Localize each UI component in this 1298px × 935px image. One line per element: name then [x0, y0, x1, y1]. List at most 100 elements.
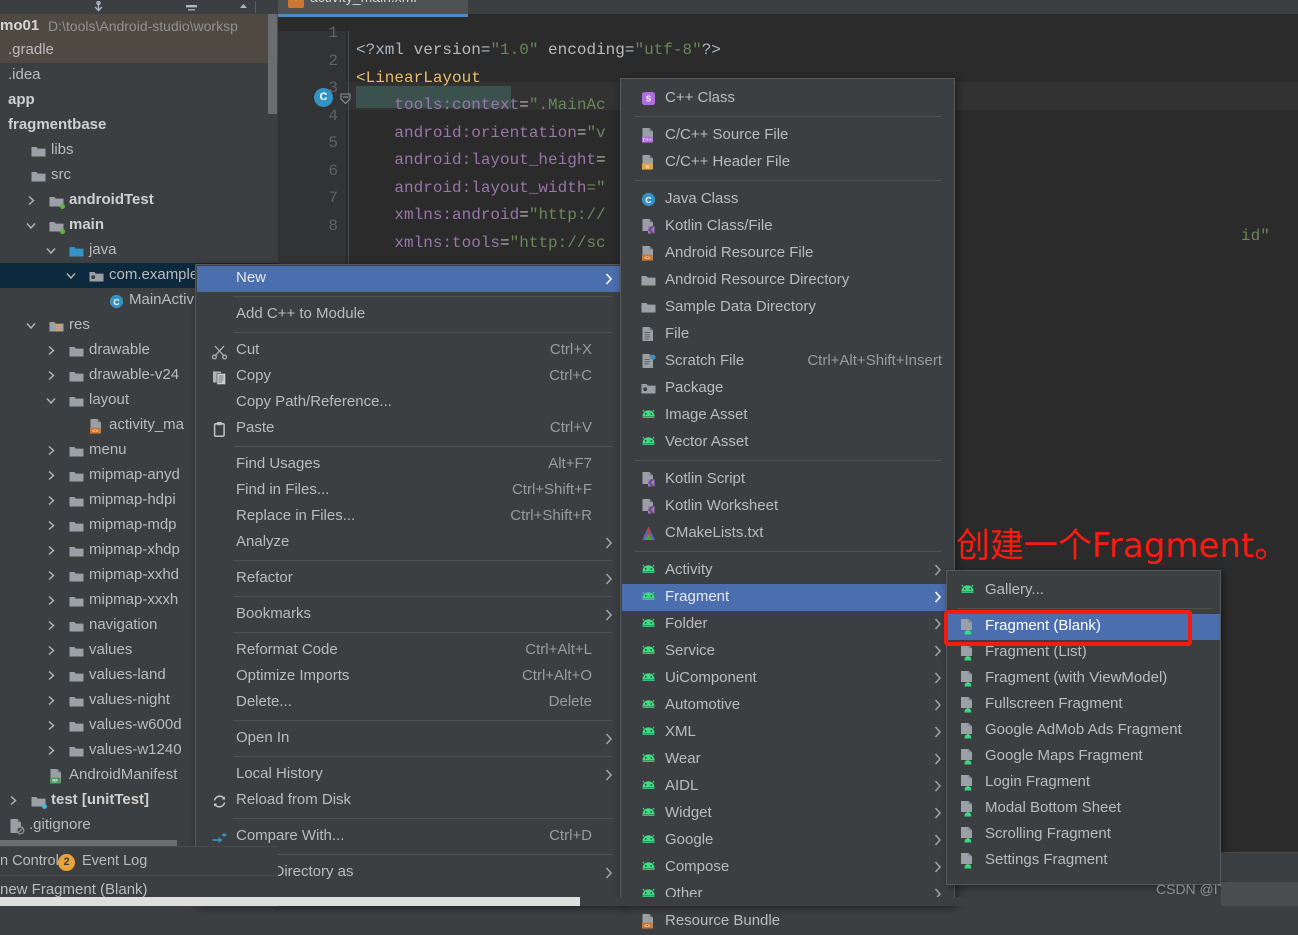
- chevron-right-icon[interactable]: [46, 470, 56, 481]
- menu-item-image-asset[interactable]: Image Asset: [622, 402, 954, 429]
- chevron-right-icon[interactable]: [46, 745, 56, 756]
- menu-item-cmakelists-txt[interactable]: CMakeLists.txt: [622, 520, 954, 547]
- menu-item-kotlin-script[interactable]: Kotlin Script: [622, 466, 954, 493]
- version-control-button[interactable]: n Control: [0, 853, 59, 869]
- menu-item-find-in-files[interactable]: Find in Files... Ctrl+Shift+F: [197, 478, 624, 504]
- chevron-right-icon[interactable]: [46, 370, 56, 381]
- menu-item-scratch-file[interactable]: Scratch File Ctrl+Alt+Shift+Insert: [622, 348, 954, 375]
- menu-item-open-in[interactable]: Open In: [197, 726, 624, 752]
- project-root-row[interactable]: mo01 D:\tools\Android-studio\worksp: [0, 14, 278, 38]
- menu-item-gallery[interactable]: Gallery...: [948, 578, 1220, 604]
- chevron-down-icon[interactable]: [46, 245, 56, 256]
- bottom-tool-window-bar[interactable]: n Control 2 Event Log: [0, 846, 278, 876]
- project-vertical-scrollbar[interactable]: [268, 14, 277, 114]
- menu-item-google-admob-ads-fragment[interactable]: Google AdMob Ads Fragment: [948, 718, 1220, 744]
- menu-item-file[interactable]: File: [622, 321, 954, 348]
- event-log-button[interactable]: Event Log: [82, 853, 147, 869]
- menu-item-aidl[interactable]: AIDL: [622, 773, 954, 800]
- menu-item-settings-fragment[interactable]: Settings Fragment: [948, 848, 1220, 874]
- menu-item-bookmarks[interactable]: Bookmarks: [197, 602, 624, 628]
- tree-item-androidtest[interactable]: androidTest: [0, 188, 278, 213]
- menu-item-new[interactable]: New: [197, 266, 624, 292]
- tree-item--gradle[interactable]: .gradle: [0, 38, 278, 63]
- chevron-down-icon[interactable]: [66, 270, 76, 281]
- chevron-right-icon[interactable]: [46, 545, 56, 556]
- tree-item-src[interactable]: src: [0, 163, 278, 188]
- chevron-right-icon[interactable]: [46, 445, 56, 456]
- menu-item-xml[interactable]: XML: [622, 719, 954, 746]
- sdk-manager-icon[interactable]: [237, 1, 250, 13]
- avd-manager-icon[interactable]: [185, 1, 198, 13]
- menu-item-replace-in-files[interactable]: Replace in Files... Ctrl+Shift+R: [197, 504, 624, 530]
- chevron-right-icon[interactable]: [46, 495, 56, 506]
- menu-item-paste[interactable]: Paste Ctrl+V: [197, 416, 624, 442]
- menu-item-find-usages[interactable]: Find Usages Alt+F7: [197, 452, 624, 478]
- menu-item-copy-path-reference[interactable]: Copy Path/Reference...: [197, 390, 624, 416]
- tree-item-libs[interactable]: libs: [0, 138, 278, 163]
- sync-project-icon[interactable]: [92, 1, 105, 13]
- menu-item-copy[interactable]: Copy Ctrl+C: [197, 364, 624, 390]
- menu-item-reformat-code[interactable]: Reformat Code Ctrl+Alt+L: [197, 638, 624, 664]
- menu-item-service[interactable]: Service: [622, 638, 954, 665]
- tree-item--idea[interactable]: .idea: [0, 63, 278, 88]
- menu-item-java-class[interactable]: C Java Class: [622, 186, 954, 213]
- code-fold-icon[interactable]: [340, 92, 351, 105]
- menu-item-kotlin-worksheet[interactable]: Kotlin Worksheet: [622, 493, 954, 520]
- context-menu[interactable]: New Add C++ to Module Cut Ctrl+X Copy Ctrl+C C…: [195, 264, 625, 906]
- menu-item-scrolling-fragment[interactable]: Scrolling Fragment: [948, 822, 1220, 848]
- chevron-right-icon[interactable]: [46, 520, 56, 531]
- chevron-right-icon[interactable]: [8, 795, 18, 806]
- menu-item-wear[interactable]: Wear: [622, 746, 954, 773]
- menu-item-analyze[interactable]: Analyze: [197, 530, 624, 556]
- menu-item-c++-class[interactable]: S C++ Class: [622, 85, 954, 112]
- menu-item-fragment-blank[interactable]: Fragment (Blank): [948, 614, 1220, 640]
- menu-item-refactor[interactable]: Refactor: [197, 566, 624, 592]
- chevron-right-icon[interactable]: [46, 720, 56, 731]
- menu-item-optimize-imports[interactable]: Optimize Imports Ctrl+Alt+O: [197, 664, 624, 690]
- menu-item-fragment[interactable]: Fragment: [622, 584, 954, 611]
- chevron-right-icon[interactable]: [46, 345, 56, 356]
- editor-tab-strip[interactable]: <> activity_main.xml: [278, 0, 1298, 17]
- menu-item-cut[interactable]: Cut Ctrl+X: [197, 338, 624, 364]
- menu-item-kotlin-class-file[interactable]: Kotlin Class/File: [622, 213, 954, 240]
- menu-item-resource-bundle[interactable]: <> Resource Bundle: [622, 908, 954, 935]
- menu-item-activity[interactable]: Activity: [622, 557, 954, 584]
- chevron-right-icon[interactable]: [46, 570, 56, 581]
- tab-activity-main-xml[interactable]: <> activity_main.xml: [278, 0, 468, 14]
- menu-item-google[interactable]: Google: [622, 827, 954, 854]
- new-submenu[interactable]: S C++ Class C++ C/C++ Source File H C/C++ Hea…: [620, 78, 955, 929]
- menu-item-fragment-list[interactable]: Fragment (List): [948, 640, 1220, 666]
- menu-item-local-history[interactable]: Local History: [197, 762, 624, 788]
- menu-item-login-fragment[interactable]: Login Fragment: [948, 770, 1220, 796]
- menu-item-package[interactable]: Package: [622, 375, 954, 402]
- menu-item-fullscreen-fragment[interactable]: Fullscreen Fragment: [948, 692, 1220, 718]
- chevron-down-icon[interactable]: [46, 395, 56, 406]
- chevron-down-icon[interactable]: [26, 220, 36, 231]
- chevron-right-icon[interactable]: [46, 620, 56, 631]
- menu-item-c-c++-source-file[interactable]: C++ C/C++ Source File: [622, 122, 954, 149]
- menu-item-folder[interactable]: Folder: [622, 611, 954, 638]
- menu-item-modal-bottom-sheet[interactable]: Modal Bottom Sheet: [948, 796, 1220, 822]
- tree-item-java[interactable]: java: [0, 238, 278, 263]
- menu-item-c-c++-header-file[interactable]: H C/C++ Header File: [622, 149, 954, 176]
- chevron-right-icon[interactable]: [46, 645, 56, 656]
- tree-item-fragmentbase[interactable]: fragmentbase: [0, 113, 278, 138]
- menu-item-compose[interactable]: Compose: [622, 854, 954, 881]
- tree-item-app[interactable]: app: [0, 88, 278, 113]
- chevron-right-icon[interactable]: [26, 195, 36, 206]
- menu-item-sample-data-directory[interactable]: Sample Data Directory: [622, 294, 954, 321]
- menu-item-add-c++-to-module[interactable]: Add C++ to Module: [197, 302, 624, 328]
- menu-item-uicomponent[interactable]: UiComponent: [622, 665, 954, 692]
- chevron-right-icon[interactable]: [46, 695, 56, 706]
- chevron-down-icon[interactable]: [26, 320, 36, 331]
- menu-item-reload-from-disk[interactable]: Reload from Disk: [197, 788, 624, 814]
- chevron-right-icon[interactable]: [46, 595, 56, 606]
- menu-item-android-resource-file[interactable]: <> Android Resource File: [622, 240, 954, 267]
- menu-item-delete[interactable]: Delete... Delete: [197, 690, 624, 716]
- menu-item-widget[interactable]: Widget: [622, 800, 954, 827]
- menu-item-android-resource-directory[interactable]: Android Resource Directory: [622, 267, 954, 294]
- fragment-submenu[interactable]: Gallery... Fragment (Blank) Fragment (List…: [946, 570, 1221, 885]
- chevron-right-icon[interactable]: [46, 670, 56, 681]
- menu-item-fragment-with-viewmodel[interactable]: Fragment (with ViewModel): [948, 666, 1220, 692]
- tree-item-main[interactable]: main: [0, 213, 278, 238]
